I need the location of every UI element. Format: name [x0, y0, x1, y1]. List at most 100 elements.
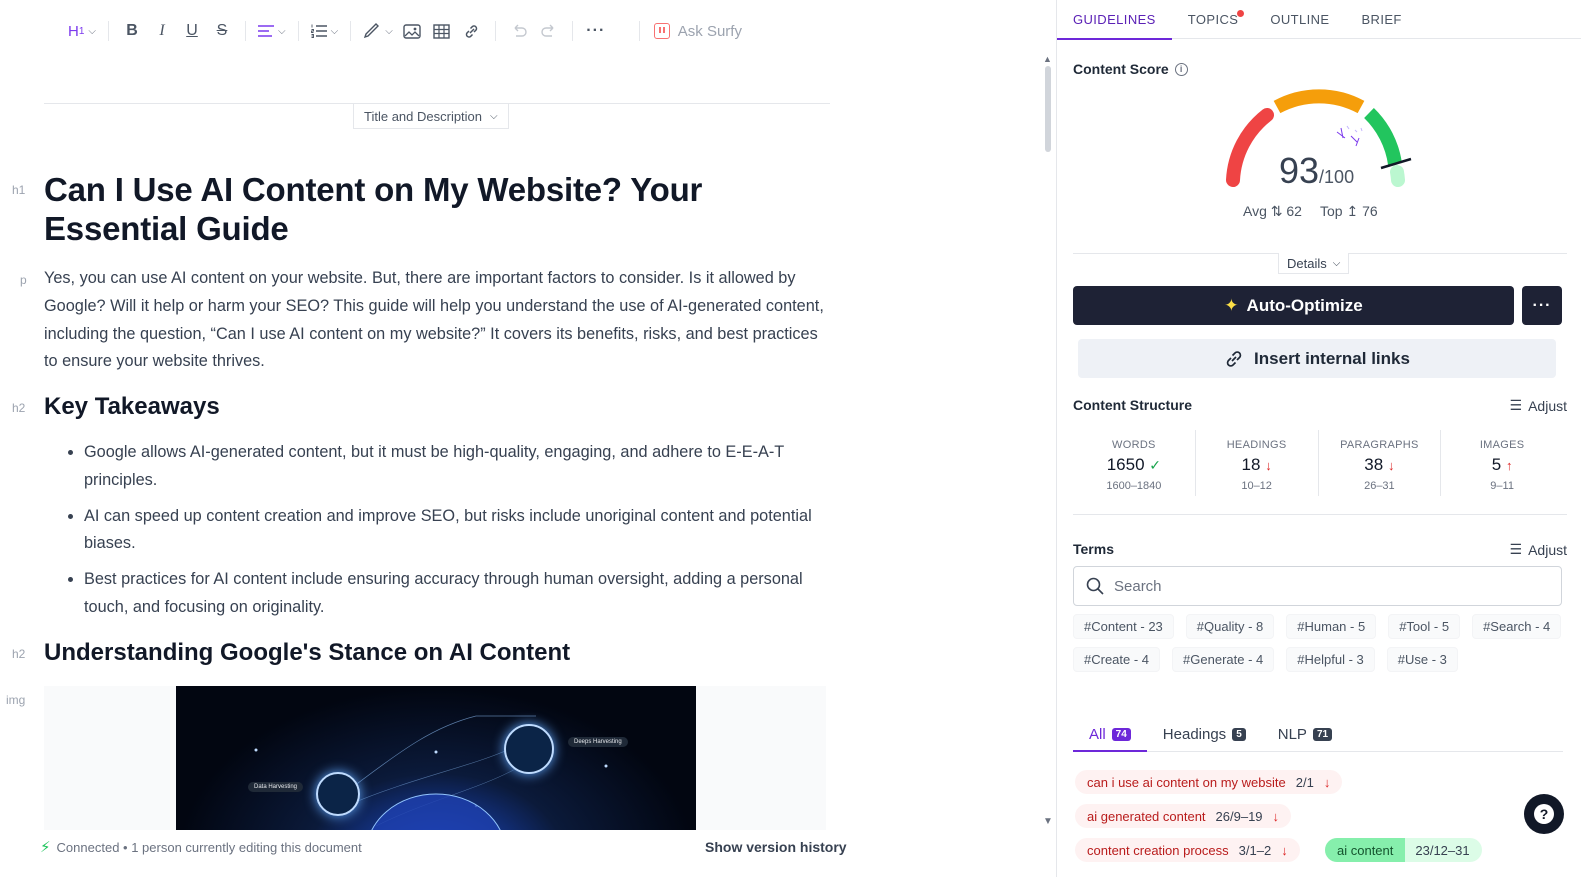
search-icon [1086, 577, 1104, 595]
topic-chip[interactable]: #Use - 3 [1386, 647, 1458, 672]
insert-image-button[interactable] [397, 16, 427, 46]
term-count: 2/1 [1295, 774, 1314, 790]
stat-value: 5 ↑ [1441, 455, 1563, 475]
content-score-heading: Content Score i [1073, 61, 1188, 77]
avg-label: Avg [1243, 203, 1267, 219]
chevron-down-icon: ⌵ [490, 110, 498, 122]
topic-chip[interactable]: #Create - 4 [1073, 647, 1161, 672]
score-benchmarks: Avg ⇅ 62 Top ↥ 76 [1243, 203, 1378, 220]
insert-internal-links-button[interactable]: Insert internal links [1078, 339, 1556, 378]
more-options-button[interactable]: ··· [581, 16, 611, 46]
bold-button[interactable]: B [117, 16, 147, 46]
auto-optimize-more-button[interactable]: ··· [1522, 286, 1562, 325]
tab-label: Headings [1162, 726, 1227, 743]
toolbar-divider [638, 21, 640, 41]
avg-icon: ⇅ [1270, 203, 1283, 219]
tab-outline-label: OUTLINE [1270, 12, 1330, 27]
term-pill[interactable]: ai content 23/12–31 [1325, 838, 1482, 862]
stat-number: 38 [1364, 455, 1384, 474]
stat-label: WORDS [1112, 439, 1156, 451]
insert-link-button[interactable] [457, 16, 487, 46]
insert-table-button[interactable] [427, 16, 457, 46]
panel-tabs: GUIDELINES TOPICS OUTLINE BRIEF [1057, 0, 1581, 40]
tab-guidelines-label: GUIDELINES [1073, 12, 1156, 27]
terms-search-input[interactable]: Search [1073, 566, 1562, 606]
topic-chip[interactable]: #Tool - 5 [1388, 614, 1461, 639]
structure-adjust-button[interactable]: ☰ Adjust [1510, 397, 1567, 414]
surfy-icon [653, 23, 670, 39]
topic-chip[interactable]: #Generate - 4 [1172, 647, 1275, 672]
info-icon[interactable]: i [1174, 62, 1188, 76]
tab-outline[interactable]: OUTLINE [1254, 0, 1345, 39]
topic-chip[interactable]: #Quality - 8 [1185, 614, 1275, 639]
list-item[interactable]: Best practices for AI content include en… [44, 566, 824, 622]
top-icon: ↥ [1346, 203, 1359, 219]
italic-button[interactable]: I [147, 16, 177, 46]
highlight-dropdown[interactable]: ⌵ [359, 16, 397, 46]
ask-surfy-button[interactable]: Ask Surfy [648, 23, 742, 40]
chevron-down-icon: ⌵ [88, 25, 96, 37]
topic-chip[interactable]: #Helpful - 3 [1286, 647, 1375, 672]
toolbar-divider [350, 21, 352, 41]
underline-button[interactable]: U [177, 16, 207, 46]
heading-dropdown[interactable]: H1 ⌵ [64, 16, 100, 46]
tab-topics[interactable]: TOPICS [1172, 0, 1255, 39]
list-item[interactable]: Google allows AI-generated content, but … [44, 439, 824, 495]
stat-value: 1650 ✓ [1073, 455, 1195, 475]
undo-button[interactable] [504, 16, 534, 46]
top-benchmark: Top ↥ 76 [1320, 203, 1378, 220]
help-button[interactable]: ? [1524, 794, 1564, 834]
count-badge: 5 [1232, 728, 1246, 741]
topic-chip[interactable]: #Search - 4 [1472, 614, 1562, 639]
score-number: 93 [1279, 150, 1320, 191]
tab-headings-terms[interactable]: Headings 5 [1147, 718, 1262, 751]
term-pill[interactable]: can i use ai content on my website 2/1 ↓ [1075, 770, 1343, 794]
search-placeholder: Search [1114, 577, 1162, 595]
term-pill[interactable]: ai generated content 26/9–19 ↓ [1075, 804, 1292, 828]
editor-toolbar: H1 ⌵ B I U S ⌵ ⌵ ⌵ ··· Ask Surfy [64, 14, 742, 48]
block-tag-img: img [6, 693, 26, 707]
link-icon [1226, 350, 1242, 367]
arrow-down-icon: ↓ [1387, 458, 1395, 473]
tab-label: NLP [1277, 726, 1307, 743]
tab-all-terms[interactable]: All 74 [1073, 718, 1147, 752]
structure-divider [1073, 514, 1567, 515]
heading-key-takeaways[interactable]: Key Takeaways [44, 392, 824, 422]
auto-optimize-button[interactable]: ✦ Auto-Optimize [1073, 286, 1514, 325]
intro-paragraph[interactable]: Yes, you can use AI content on your webs… [44, 265, 824, 376]
tab-nlp-terms[interactable]: NLP 71 [1262, 718, 1348, 751]
table-icon [433, 23, 450, 39]
strikethrough-button[interactable]: S [207, 16, 237, 46]
chevron-down-icon: ⌵ [330, 25, 339, 37]
topic-chip[interactable]: #Human - 5 [1286, 614, 1377, 639]
scroll-up-arrow[interactable]: ▲ [1043, 54, 1052, 64]
tab-guidelines[interactable]: GUIDELINES [1057, 0, 1172, 40]
insert-internal-links-label: Insert internal links [1254, 348, 1410, 368]
show-version-history-link[interactable]: Show version history [705, 839, 847, 855]
redo-button[interactable] [534, 16, 564, 46]
term-label: can i use ai content on my website [1087, 774, 1286, 790]
ask-surfy-label: Ask Surfy [677, 22, 742, 40]
heading-google-stance[interactable]: Understanding Google's Stance on AI Cont… [44, 638, 824, 668]
top-label: Top [1319, 203, 1343, 219]
editor-scrollbar-thumb[interactable] [1045, 66, 1051, 152]
title-description-toggle[interactable]: Title and Description ⌵ [353, 104, 509, 129]
list-item[interactable]: AI can speed up content creation and imp… [44, 503, 824, 559]
chevron-down-icon: ⌵ [278, 25, 286, 37]
tab-brief[interactable]: BRIEF [1345, 0, 1417, 39]
align-dropdown[interactable]: ⌵ [254, 16, 290, 46]
term-pill[interactable]: content creation process 3/1–2 ↓ [1075, 838, 1300, 862]
topic-chip[interactable]: #Content - 23 [1073, 614, 1174, 639]
scroll-down-arrow[interactable]: ▼ [1043, 816, 1053, 827]
stat-range: 26–31 [1364, 480, 1395, 492]
terms-adjust-button[interactable]: ☰ Adjust [1510, 541, 1567, 558]
content-structure-heading: Content Structure [1073, 397, 1192, 413]
undo-icon [514, 24, 527, 37]
list-dropdown[interactable]: ⌵ [307, 16, 343, 46]
robot-icon [316, 772, 360, 816]
details-toggle[interactable]: Details ⌵ [1278, 253, 1350, 274]
redo-icon [541, 24, 554, 37]
guidelines-panel: GUIDELINES TOPICS OUTLINE BRIEF Content … [1056, 0, 1581, 877]
article-image-block[interactable]: Data Harvesting Deeps Harvesting [44, 686, 826, 830]
document-title[interactable]: Can I Use AI Content on My Website? Your… [44, 170, 824, 248]
